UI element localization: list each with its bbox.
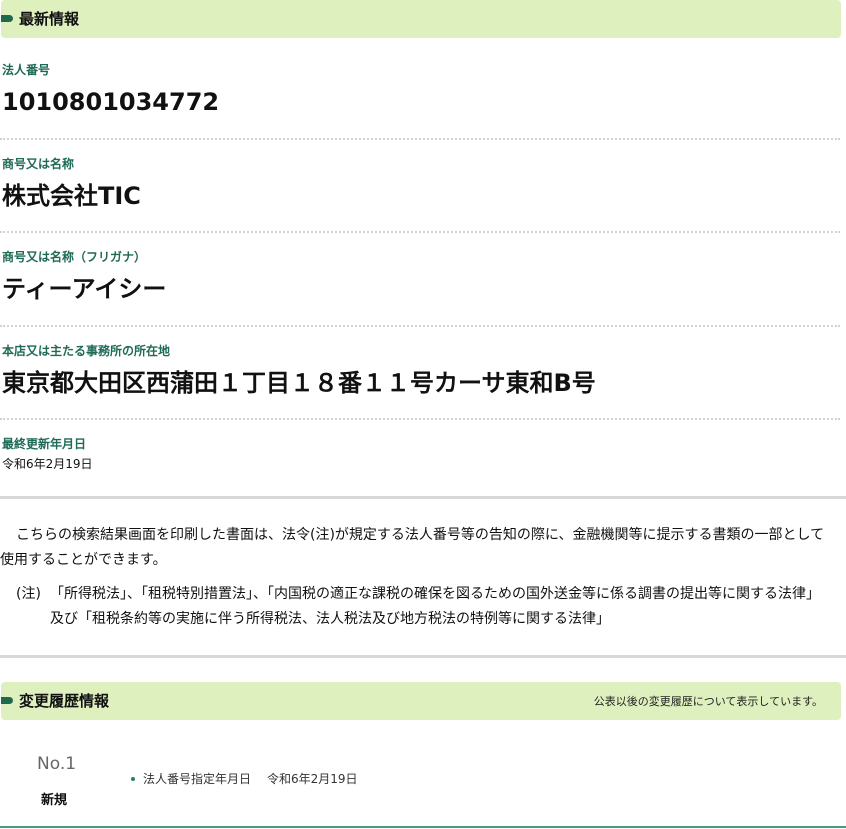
section-marker-icon bbox=[1, 697, 13, 704]
history-item-label: 法人番号指定年月日 bbox=[143, 772, 252, 786]
field-label: 最終更新年月日 bbox=[2, 437, 87, 451]
last-updated-value: 令和6年2月19日 bbox=[2, 457, 93, 471]
divider bbox=[0, 418, 840, 420]
company-furigana-value: ティーアイシー bbox=[2, 275, 167, 303]
notice-footnote: (注) 「所得税法」、「租税特別措置法」、「内国税の適正な課税の確保を図るための… bbox=[0, 582, 840, 632]
field-last-updated: 最終更新年月日 令和6年2月19日 bbox=[2, 436, 840, 472]
address-value: 東京都大田区西蒲田１丁目１８番１１号カーサ東和B号 bbox=[2, 369, 596, 397]
history-entry: No.1 新規 法人番号指定年月日 令和6年2月19日 bbox=[0, 745, 840, 825]
section-divider bbox=[0, 496, 846, 499]
history-header: 変更履歴情報 公表以後の変更履歴について表示しています。 bbox=[1, 682, 841, 720]
field-label: 商号又は名称（フリガナ） bbox=[2, 250, 147, 264]
history-item-value: 令和6年2月19日 bbox=[267, 772, 358, 786]
footnote-mark: (注) bbox=[16, 586, 41, 602]
section-divider bbox=[0, 655, 846, 658]
field-address: 本店又は主たる事務所の所在地 東京都大田区西蒲田１丁目１８番１１号カーサ東和B号 bbox=[2, 343, 840, 398]
field-label: 本店又は主たる事務所の所在地 bbox=[2, 344, 171, 358]
history-entry-status: 新規 bbox=[41, 793, 68, 808]
usage-notice: こちらの検索結果画面を印刷した書面は、法令(注)が規定する法人番号等の告知の際に… bbox=[0, 523, 840, 632]
field-company-name: 商号又は名称 株式会社TIC bbox=[2, 156, 840, 211]
divider bbox=[0, 138, 840, 140]
section-marker-icon bbox=[1, 15, 13, 22]
history-entry-item: 法人番号指定年月日 令和6年2月19日 bbox=[131, 770, 358, 787]
bottom-border bbox=[0, 826, 846, 828]
bullet-icon bbox=[131, 776, 135, 781]
field-corporate-number: 法人番号 1010801034772 bbox=[2, 62, 840, 117]
history-header-note: 公表以後の変更履歴について表示しています。 bbox=[593, 695, 823, 708]
divider bbox=[0, 231, 840, 233]
field-label: 商号又は名称 bbox=[2, 157, 75, 171]
company-name-value: 株式会社TIC bbox=[2, 182, 141, 210]
field-label: 法人番号 bbox=[2, 63, 51, 77]
notice-paragraph: こちらの検索結果画面を印刷した書面は、法令(注)が規定する法人番号等の告知の際に… bbox=[0, 527, 825, 568]
latest-info-header: 最新情報 bbox=[1, 0, 841, 38]
divider bbox=[0, 325, 840, 327]
field-company-furigana: 商号又は名称（フリガナ） ティーアイシー bbox=[2, 249, 840, 304]
footnote-text: 「所得税法」、「租税特別措置法」、「内国税の適正な課税の確保を図るための国外送金… bbox=[50, 586, 820, 627]
corporate-number-value: 1010801034772 bbox=[2, 88, 220, 116]
history-title: 変更履歴情報 bbox=[19, 692, 110, 710]
latest-info-title: 最新情報 bbox=[19, 10, 80, 28]
history-entry-number: No.1 bbox=[37, 754, 77, 774]
